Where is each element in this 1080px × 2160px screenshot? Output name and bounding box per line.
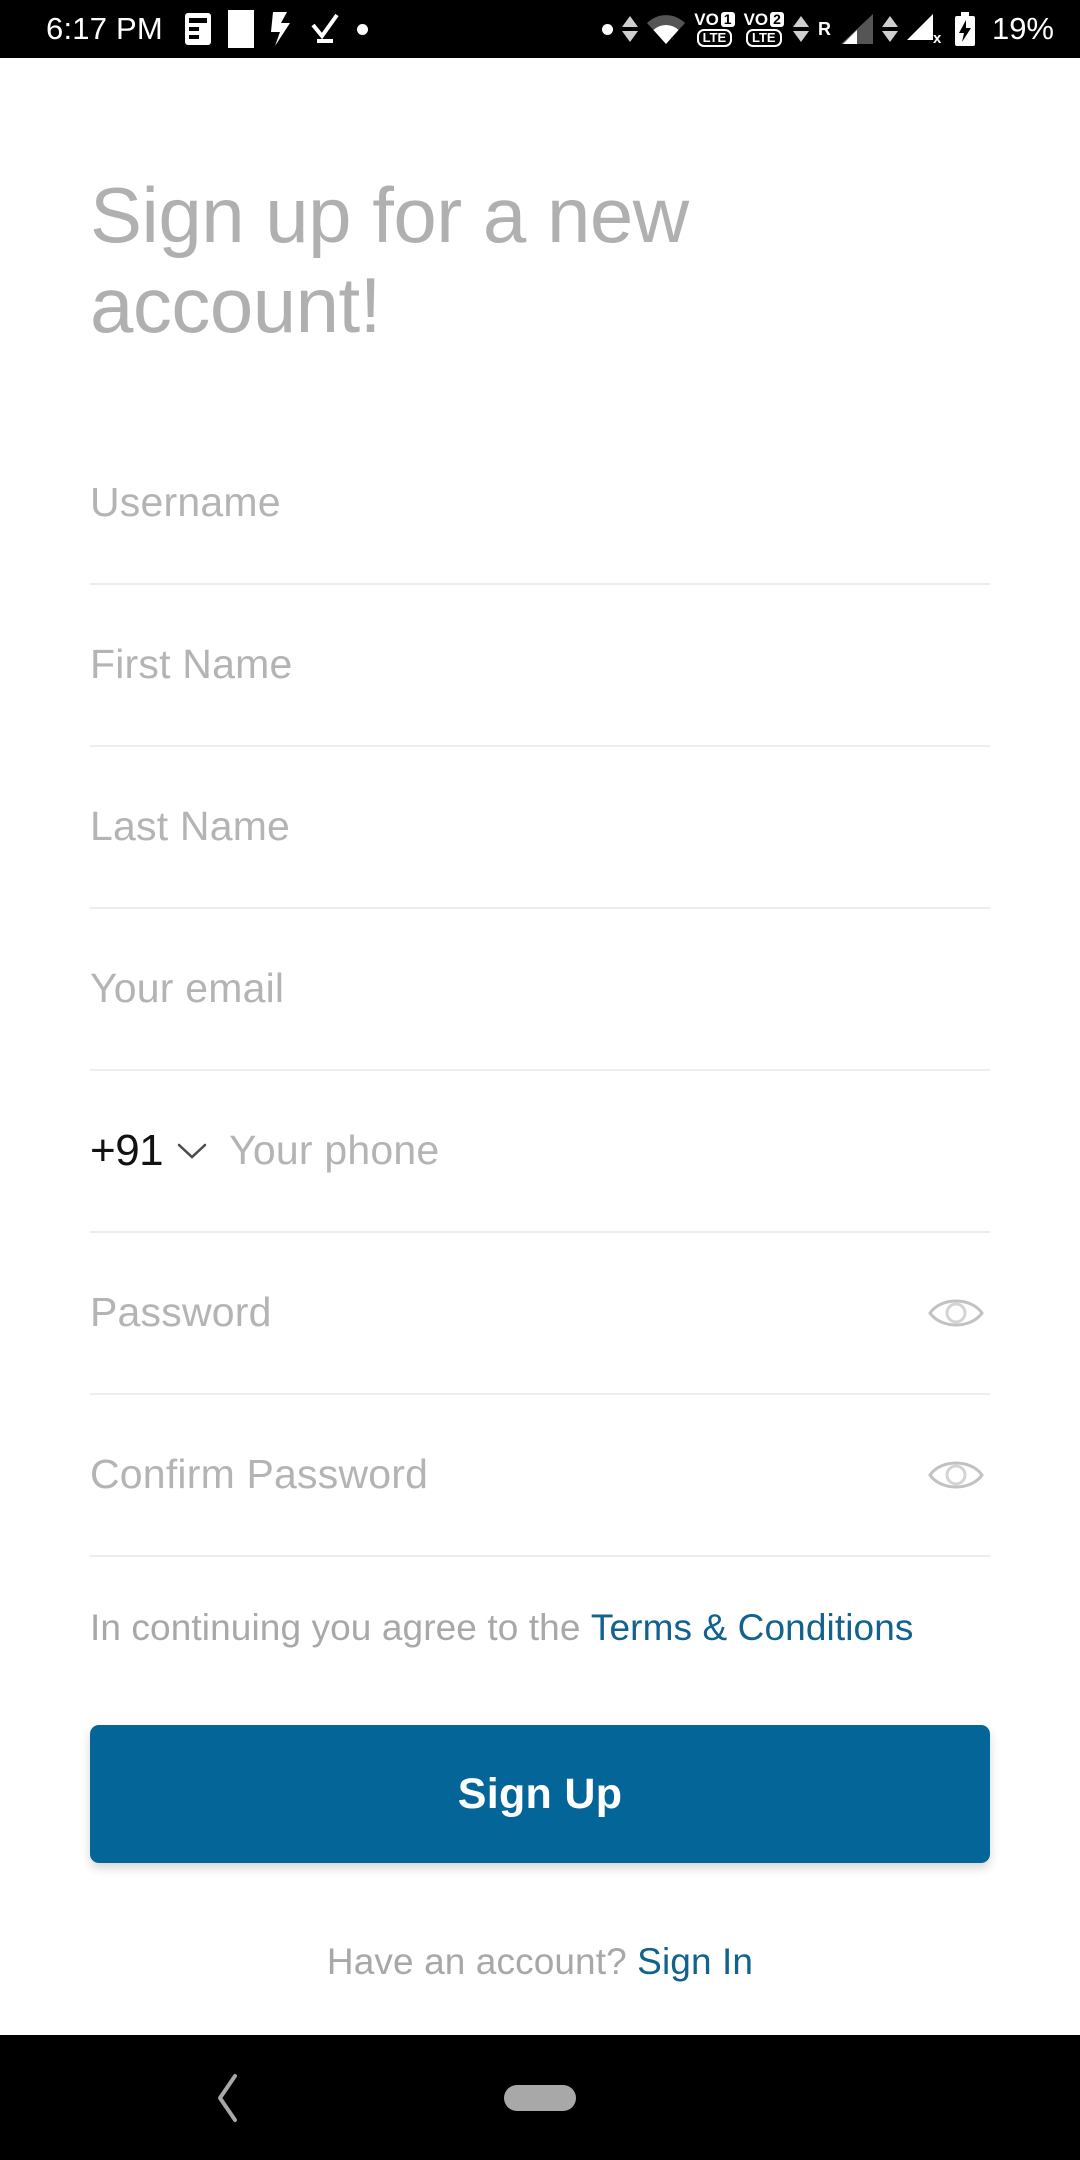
email-input[interactable]: Your email <box>90 965 284 1012</box>
phone-field[interactable]: +91 Your phone <box>90 1071 990 1233</box>
app-notification-icon <box>270 12 293 46</box>
page-title: Sign up for a new account! <box>90 171 689 350</box>
terms-agreement-text: In continuing you agree to the Terms & C… <box>90 1603 990 1652</box>
signal-roaming-icon <box>840 14 873 44</box>
status-bar-notification-icons <box>184 10 368 48</box>
phone-input[interactable]: Your phone <box>229 1127 439 1174</box>
wifi-icon <box>647 14 686 44</box>
username-field[interactable]: Username <box>90 423 990 585</box>
country-code-label: +91 <box>90 1125 164 1175</box>
dot-icon <box>602 23 614 35</box>
battery-percent-label: 19% <box>991 11 1054 46</box>
notification-list-icon <box>184 13 211 45</box>
first-name-field[interactable]: First Name <box>90 585 990 747</box>
country-code-selector[interactable]: +91 <box>90 1126 207 1176</box>
svg-text:x: x <box>933 30 942 44</box>
last-name-input[interactable]: Last Name <box>90 803 290 850</box>
back-button-icon[interactable] <box>198 2068 258 2128</box>
email-field[interactable]: Your email <box>90 909 990 1071</box>
status-bar-system-icons: VO 1 LTE VO 2 LTE R x 19% <box>602 11 1054 47</box>
terms-and-conditions-link[interactable]: Terms & Conditions <box>591 1607 914 1648</box>
toggle-confirm-password-visibility-eye-icon[interactable] <box>924 1443 988 1507</box>
toggle-password-visibility-eye-icon[interactable] <box>924 1281 988 1345</box>
terms-prefix: In continuing you agree to the <box>90 1606 591 1648</box>
chevron-down-icon[interactable] <box>177 1142 207 1160</box>
confirm-password-input[interactable]: Confirm Password <box>90 1451 428 1498</box>
volte-sim2-icon: VO 2 LTE <box>744 11 784 47</box>
last-name-field[interactable]: Last Name <box>90 747 990 909</box>
data-transfer-arrows-icon <box>881 16 898 42</box>
white-square-icon <box>227 10 254 48</box>
sign-in-link[interactable]: Sign In <box>637 1941 753 1982</box>
home-pill-icon[interactable] <box>504 2084 576 2111</box>
sign-in-prompt: Have an account? Sign In <box>90 1941 990 1983</box>
roaming-indicator: R <box>817 18 831 39</box>
battery-charging-icon <box>954 12 976 46</box>
sign-in-prompt-text: Have an account? <box>326 1941 638 1983</box>
status-bar: 6:17 PM VO 1 LTE VO 2 LTE R x 19% <box>0 0 1080 58</box>
status-bar-clock: 6:17 PM <box>46 11 163 46</box>
confirm-password-field[interactable]: Confirm Password <box>90 1395 990 1557</box>
signal-no-service-icon: x <box>906 14 945 44</box>
password-field[interactable]: Password <box>90 1233 990 1395</box>
signup-screen-content: Sign up for a new account! Username Firs… <box>0 58 1080 2035</box>
first-name-input[interactable]: First Name <box>90 641 292 688</box>
sign-up-button[interactable]: Sign Up <box>90 1725 990 1864</box>
dot-icon <box>356 23 368 35</box>
volte-sim1-icon: VO 1 LTE <box>694 11 735 47</box>
phone-screen: 6:17 PM VO 1 LTE VO 2 LTE R x 19% Sign u… <box>0 0 1080 2160</box>
data-transfer-arrows-icon <box>792 16 809 42</box>
username-input[interactable]: Username <box>90 479 281 526</box>
data-transfer-arrows-icon <box>622 16 639 42</box>
signup-form: Username First Name Last Name Your email… <box>90 423 990 1557</box>
password-input[interactable]: Password <box>90 1289 272 1336</box>
checkmark-icon <box>310 13 340 45</box>
android-navigation-bar <box>0 2035 1080 2160</box>
